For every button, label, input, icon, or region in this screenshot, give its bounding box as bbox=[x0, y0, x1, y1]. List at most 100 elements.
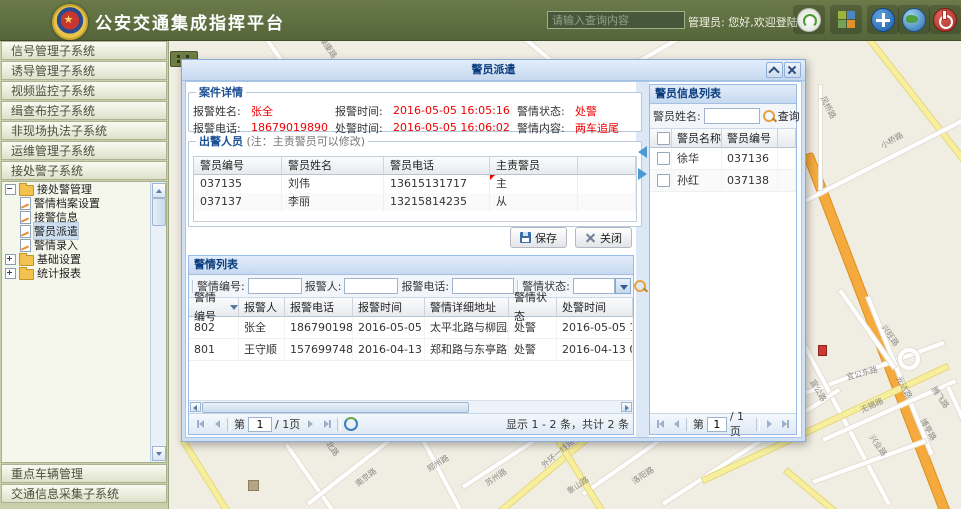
apps-grid-button[interactable] bbox=[830, 5, 862, 34]
row-select-cell[interactable] bbox=[650, 148, 672, 169]
sidebar-section-traffic-collection[interactable]: 交通信息采集子系统 bbox=[1, 484, 167, 503]
reporter-input[interactable] bbox=[344, 278, 398, 294]
incident-id-input[interactable] bbox=[248, 278, 302, 294]
dialog-titlebar[interactable]: 警员派遣 bbox=[182, 60, 805, 81]
tree-node-root[interactable]: 接处警管理 bbox=[2, 182, 166, 196]
sort-desc-icon bbox=[230, 305, 238, 310]
cell: 2016-05-05 16:... bbox=[353, 317, 425, 338]
sidebar-section-dispatch[interactable]: 接处警子系统 bbox=[1, 161, 167, 180]
close-button[interactable]: 关闭 bbox=[575, 227, 632, 248]
cell: 郑和路与东亭路交... bbox=[425, 339, 509, 360]
dirty-cell-marker bbox=[490, 175, 495, 180]
row-select-cell[interactable] bbox=[650, 170, 672, 191]
horizontal-scrollbar[interactable] bbox=[189, 400, 633, 413]
cell: 张全 bbox=[239, 317, 285, 338]
column-header[interactable]: 处警时间 bbox=[557, 298, 633, 317]
tree-node-archive-settings[interactable]: 警情档案设置 bbox=[2, 196, 166, 210]
next-page-icon[interactable] bbox=[763, 417, 776, 431]
table-row[interactable]: 802 张全 18679019890 2016-05-05 16:... 太平北… bbox=[189, 317, 633, 339]
recycle-button[interactable] bbox=[793, 5, 825, 34]
phone-input[interactable] bbox=[452, 278, 514, 294]
poi-marker-icon bbox=[818, 345, 827, 356]
table-row[interactable]: 孙红 037138 bbox=[650, 170, 796, 192]
checkbox-icon[interactable] bbox=[657, 132, 670, 145]
expand-plus-icon[interactable] bbox=[5, 268, 16, 279]
scroll-down-icon[interactable] bbox=[152, 446, 166, 461]
column-header[interactable]: 报警人 bbox=[239, 298, 285, 317]
expand-plus-icon[interactable] bbox=[5, 254, 16, 265]
officer-grid-header: 警员名称 警员编号 bbox=[650, 129, 796, 148]
checkbox-icon[interactable] bbox=[657, 174, 670, 187]
tree-scrollbar[interactable] bbox=[150, 182, 166, 462]
save-icon bbox=[520, 232, 531, 243]
column-header[interactable]: 警员名称 bbox=[672, 129, 722, 148]
cell: 2016-04-13 12:... bbox=[353, 339, 425, 360]
first-page-icon[interactable] bbox=[193, 417, 207, 431]
officer-name-input[interactable] bbox=[704, 108, 760, 124]
tree-node-basic-settings[interactable]: 基础设置 bbox=[2, 252, 166, 266]
scroll-thumb[interactable] bbox=[152, 198, 166, 226]
sidebar-section-offsite[interactable]: 非现场执法子系统 bbox=[1, 121, 167, 140]
page-total-label: / 1页 bbox=[730, 410, 753, 439]
checkbox-icon[interactable] bbox=[657, 152, 670, 165]
case-row: 报警姓名: 张全 报警时间: 2016-05-05 16:05:16 警情状态:… bbox=[193, 102, 637, 119]
first-page-icon[interactable] bbox=[654, 417, 667, 431]
sidebar-section-ops[interactable]: 运维管理子系统 bbox=[1, 141, 167, 160]
officer-search-button[interactable]: 查询 bbox=[763, 108, 800, 124]
scroll-left-icon[interactable] bbox=[190, 402, 201, 412]
column-header[interactable]: 报警时间 bbox=[353, 298, 425, 317]
tree-node-incident-entry[interactable]: 警情录入 bbox=[2, 238, 166, 252]
column-header[interactable]: 警情状态 bbox=[509, 298, 557, 317]
collapse-icon[interactable] bbox=[766, 62, 783, 78]
status-combo[interactable] bbox=[573, 278, 631, 294]
column-header-sorted[interactable]: 警情编号 bbox=[189, 298, 239, 317]
move-left-icon[interactable] bbox=[638, 146, 647, 158]
prev-page-icon[interactable] bbox=[670, 417, 683, 431]
page-number-input[interactable] bbox=[707, 417, 727, 432]
table-row[interactable]: 037137 李丽 13215814235 从 bbox=[194, 193, 636, 211]
next-page-icon[interactable] bbox=[303, 417, 317, 431]
scroll-up-icon[interactable] bbox=[152, 183, 166, 198]
column-header[interactable]: 警员编号 bbox=[194, 157, 282, 175]
page-number-input[interactable] bbox=[248, 417, 272, 432]
sidebar-section-inspection[interactable]: 缉查布控子系统 bbox=[1, 101, 167, 120]
last-page-icon[interactable] bbox=[779, 417, 792, 431]
sidebar-section-key-vehicles[interactable]: 重点车辆管理 bbox=[1, 464, 167, 483]
tree-node-statistics[interactable]: 统计报表 bbox=[2, 266, 166, 280]
sidebar-section-video[interactable]: 视频监控子系统 bbox=[1, 81, 167, 100]
tree-node-alarm-info[interactable]: 接警信息 bbox=[2, 210, 166, 224]
refresh-icon[interactable] bbox=[344, 417, 358, 431]
last-page-icon[interactable] bbox=[320, 417, 334, 431]
cell[interactable]: 从 bbox=[490, 193, 578, 211]
add-button[interactable] bbox=[867, 5, 899, 34]
save-button[interactable]: 保存 bbox=[510, 227, 567, 248]
header-search-input[interactable] bbox=[547, 11, 685, 29]
scroll-right-icon[interactable] bbox=[621, 402, 632, 412]
cell[interactable]: 主 bbox=[490, 175, 578, 193]
logout-button[interactable] bbox=[929, 5, 961, 34]
status-select-input[interactable] bbox=[573, 278, 615, 294]
column-header[interactable]: 报警电话 bbox=[285, 298, 353, 317]
column-header[interactable]: 警员编号 bbox=[722, 129, 778, 148]
table-row[interactable]: 037135 刘伟 13615131717 主 bbox=[194, 175, 636, 193]
column-header[interactable]: 警员姓名 bbox=[282, 157, 384, 175]
roundabout-icon bbox=[898, 348, 920, 370]
tree-node-officer-dispatch[interactable]: 警员派遣 bbox=[2, 224, 166, 238]
map-globe-button[interactable] bbox=[898, 5, 930, 34]
move-right-icon[interactable] bbox=[638, 168, 647, 180]
collapse-minus-icon[interactable] bbox=[5, 184, 16, 195]
column-header[interactable]: 警员电话 bbox=[384, 157, 490, 175]
column-header[interactable]: 警情详细地址 bbox=[425, 298, 509, 317]
sidebar-section-signal[interactable]: 信号管理子系统 bbox=[1, 41, 167, 60]
column-header[interactable]: 主责警员 bbox=[490, 157, 578, 175]
dispatch-dialog: 警员派遣 案件详情 报警姓名: 张全 报警时间: 2016-05-05 16:0… bbox=[181, 59, 806, 442]
prev-page-icon[interactable] bbox=[210, 417, 224, 431]
page-label: 第 bbox=[693, 416, 704, 432]
close-icon[interactable] bbox=[784, 62, 801, 78]
scroll-thumb[interactable] bbox=[202, 402, 469, 413]
chevron-down-icon[interactable] bbox=[615, 278, 631, 294]
table-row[interactable]: 徐华 037136 bbox=[650, 148, 796, 170]
select-all-cell[interactable] bbox=[650, 129, 672, 148]
table-row[interactable]: 801 王守顺 15769974813 2016-04-13 12:... 郑和… bbox=[189, 339, 633, 361]
sidebar-section-guidance[interactable]: 诱导管理子系统 bbox=[1, 61, 167, 80]
